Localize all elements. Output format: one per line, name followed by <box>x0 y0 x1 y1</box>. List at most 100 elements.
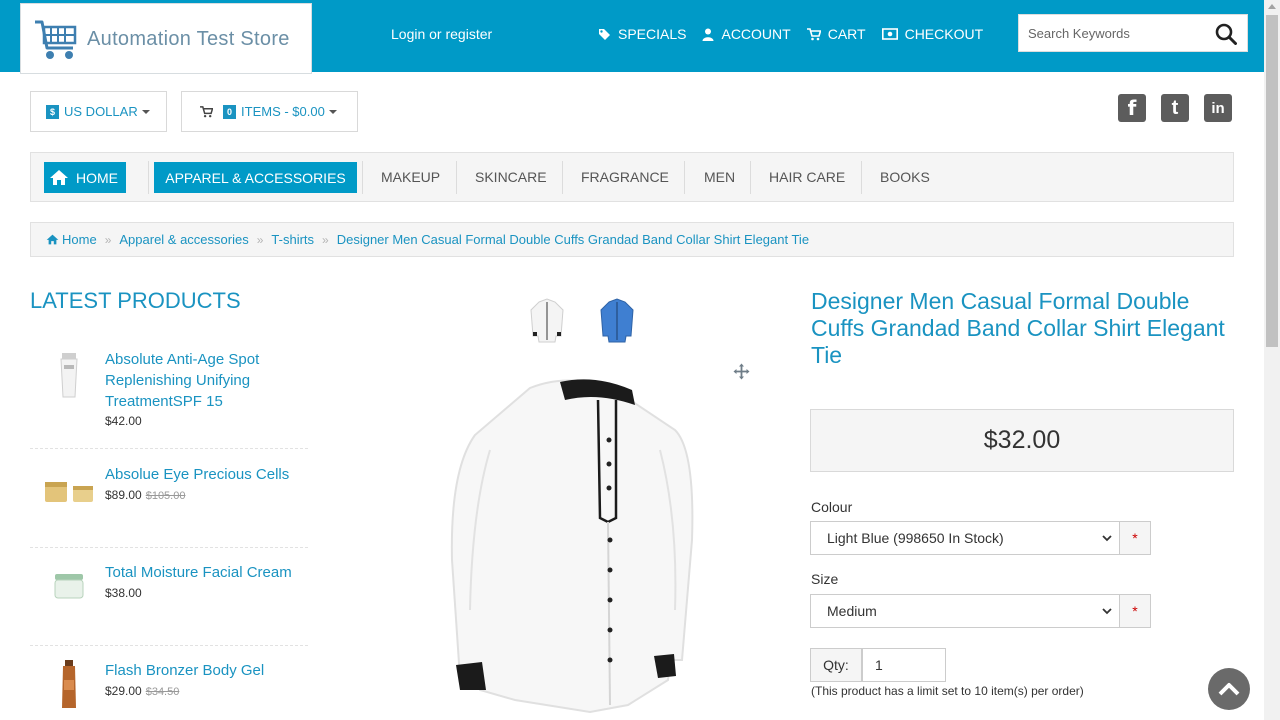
chevron-down-icon <box>1102 535 1112 542</box>
store-logo[interactable]: Automation Test Store <box>20 3 312 74</box>
category-skincare[interactable]: SKINCARE <box>475 169 547 185</box>
product-name-link[interactable]: Total Moisture Facial Cream <box>105 562 305 583</box>
search-input[interactable] <box>1019 15 1209 51</box>
move-arrows-icon[interactable] <box>733 363 750 380</box>
product-current-price: $29.00 <box>105 684 142 698</box>
breadcrumb-tshirts[interactable]: T-shirts <box>271 232 314 247</box>
list-item: Total Moisture Facial Cream $38.00 <box>30 562 308 646</box>
quantity-input[interactable] <box>862 648 946 682</box>
product-name-link[interactable]: Absolue Eye Precious Cells <box>105 464 305 485</box>
category-apparel[interactable]: APPAREL & ACCESSORIES <box>154 162 357 193</box>
product-thumbnail[interactable] <box>52 570 86 602</box>
colour-label: Colour <box>811 499 853 515</box>
top-header: Automation Test Store Login or register … <box>0 0 1264 74</box>
size-select[interactable]: Medium <box>810 594 1120 628</box>
product-price: $42.00 <box>105 414 142 428</box>
list-item: Absolue Eye Precious Cells $89.00 $105.00 <box>30 464 308 548</box>
caret-down-icon <box>328 109 337 114</box>
product-title: Designer Men Casual Formal Double Cuffs … <box>811 288 1225 368</box>
page-scrollbar[interactable] <box>1264 0 1280 720</box>
tag-icon <box>599 28 610 40</box>
blue-shirt-thumbnail[interactable] <box>597 296 637 344</box>
search-icon[interactable] <box>1215 23 1237 45</box>
currency-selector[interactable]: $ US DOLLAR <box>30 91 167 132</box>
nav-divider <box>362 161 363 194</box>
product-old-price: $105.00 <box>145 490 186 502</box>
nav-checkout[interactable]: CHECKOUT <box>881 26 984 42</box>
required-marker: * <box>1120 594 1151 628</box>
category-nav: HOME APPAREL & ACCESSORIES MAKEUP SKINCA… <box>30 152 1234 202</box>
product-name-link[interactable]: Flash Bronzer Body Gel <box>105 660 305 681</box>
mini-cart[interactable]: 0 ITEMS - $0.00 <box>181 91 358 132</box>
nav-account[interactable]: ACCOUNT <box>702 26 791 42</box>
chevron-down-icon <box>1102 608 1112 615</box>
list-item: Flash Bronzer Body Gel $29.00 $34.50 <box>30 660 308 720</box>
latest-products-title: LATEST PRODUCTS <box>30 288 241 313</box>
currency-symbol-badge: $ <box>46 104 60 119</box>
required-marker: * <box>1120 521 1151 555</box>
category-books[interactable]: BOOKS <box>880 169 930 185</box>
logo-text: Automation Test Store <box>87 28 290 50</box>
category-fragrance[interactable]: FRAGRANCE <box>581 169 669 185</box>
product-main-image[interactable] <box>420 360 720 720</box>
product-current-price: $42.00 <box>105 414 142 428</box>
facebook-icon[interactable]: f <box>1118 94 1146 122</box>
colour-select-value: Light Blue (998650 In Stock) <box>827 530 1004 546</box>
scroll-thumb[interactable] <box>1266 15 1278 347</box>
colour-select[interactable]: Light Blue (998650 In Stock) <box>810 521 1120 555</box>
qty-label: Qty: <box>810 648 862 682</box>
nav-divider <box>456 161 457 194</box>
home-button[interactable]: HOME <box>44 162 126 193</box>
breadcrumb: Home » Apparel & accessories » T-shirts … <box>30 222 1234 257</box>
limit-note: (This product has a limit set to 10 item… <box>811 684 1084 698</box>
linkedin-icon[interactable]: in <box>1204 94 1232 122</box>
nav-divider <box>750 161 751 194</box>
login-register-link[interactable]: Login or register <box>391 26 492 42</box>
product-thumbnail[interactable] <box>53 351 85 401</box>
nav-checkout-label: CHECKOUT <box>904 26 984 42</box>
cart-count-badge: 0 <box>223 104 237 119</box>
category-makeup[interactable]: MAKEUP <box>381 169 440 185</box>
product-price: $32.00 <box>983 426 1061 454</box>
breadcrumb-apparel[interactable]: Apparel & accessories <box>119 232 248 247</box>
twitter-icon[interactable]: t <box>1161 94 1189 122</box>
size-select-value: Medium <box>827 603 877 619</box>
list-item: Absolute Anti-Age Spot Replenishing Unif… <box>30 349 308 449</box>
nav-specials[interactable]: SPECIALS <box>598 26 686 42</box>
money-icon <box>881 28 898 40</box>
nav-divider <box>148 161 149 194</box>
logo-cart-icon <box>35 20 77 59</box>
breadcrumb-separator-icon: » <box>322 232 329 247</box>
user-icon <box>702 28 714 41</box>
product-current-price: $89.00 <box>105 488 142 502</box>
home-icon <box>50 170 68 185</box>
page: Automation Test Store Login or register … <box>0 0 1280 720</box>
product-price: $38.00 <box>105 586 142 600</box>
nav-specials-label: SPECIALS <box>618 26 687 42</box>
nav-divider <box>861 161 862 194</box>
product-price-box: $32.00 <box>810 409 1234 472</box>
breadcrumb-home[interactable]: Home <box>46 232 97 247</box>
caret-down-icon <box>141 109 150 114</box>
product-thumbnail[interactable] <box>43 476 95 504</box>
cart-icon <box>200 105 213 117</box>
product-name-link[interactable]: Absolute Anti-Age Spot Replenishing Unif… <box>105 349 305 412</box>
white-shirt-thumbnail[interactable] <box>527 296 567 344</box>
nav-cart[interactable]: CART <box>806 26 866 42</box>
product-price: $29.00 $34.50 <box>105 684 179 698</box>
nav-divider <box>684 161 685 194</box>
product-current-price: $38.00 <box>105 586 142 600</box>
breadcrumb-separator-icon: » <box>104 232 112 247</box>
nav-divider <box>562 161 563 194</box>
category-hair-care[interactable]: HAIR CARE <box>769 169 845 185</box>
cart-icon <box>806 27 821 40</box>
back-to-top-button[interactable] <box>1208 668 1250 710</box>
product-thumbnail[interactable] <box>59 660 79 710</box>
breadcrumb-separator-icon: » <box>256 232 264 247</box>
scroll-up-arrow-icon[interactable] <box>1268 4 1276 9</box>
breadcrumb-home-label: Home <box>62 232 97 247</box>
category-men[interactable]: MEN <box>704 169 735 185</box>
home-icon <box>46 234 59 245</box>
home-label: HOME <box>76 169 118 186</box>
breadcrumb-current[interactable]: Designer Men Casual Formal Double Cuffs … <box>337 232 809 247</box>
